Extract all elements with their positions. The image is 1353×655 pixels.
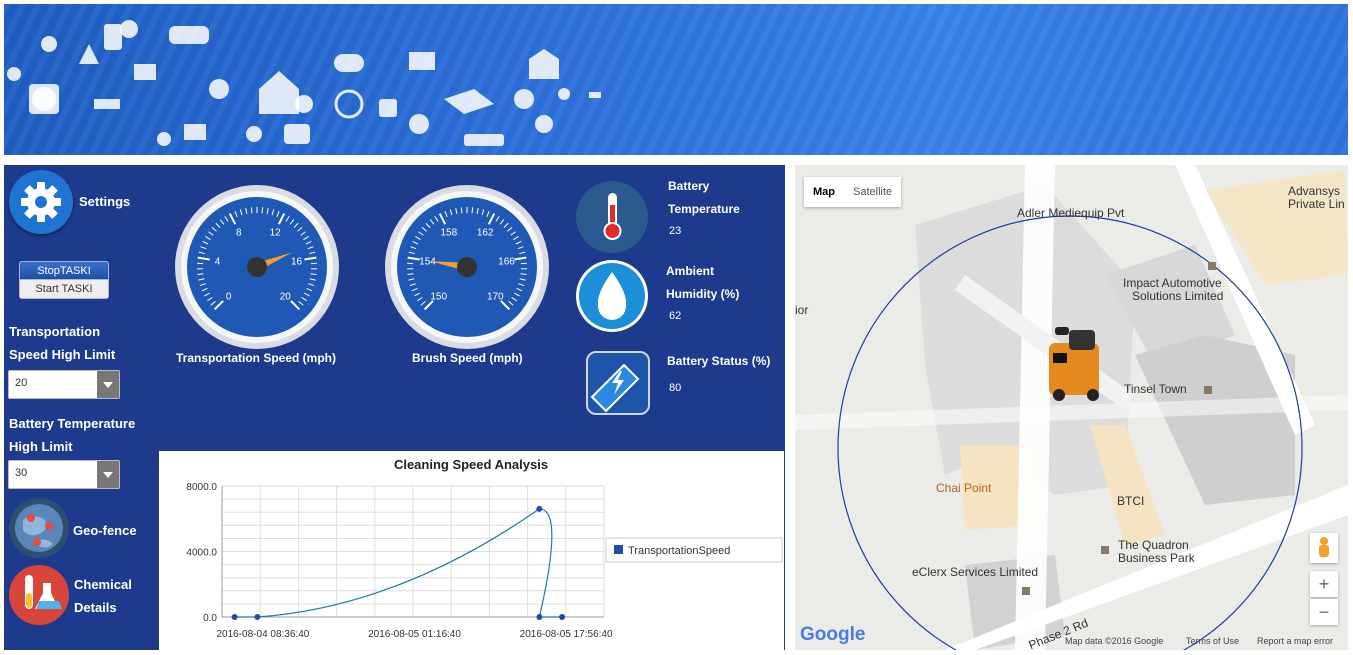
map-place-label[interactable]: Advansys (1288, 184, 1340, 198)
map-place-label[interactable]: Impact Automotive (1123, 276, 1222, 290)
gauge-tick (262, 207, 263, 213)
chart-legend-label: TransportationSpeed (628, 545, 730, 557)
gauge-tick-label: 8 (236, 227, 242, 238)
chart-title: Cleaning Speed Analysis (394, 457, 548, 472)
battery-limit-label-2: High Limit (9, 435, 73, 458)
map-data-credit: Map data ©2016 Google (1065, 636, 1163, 646)
chemical-flask-icon[interactable] (9, 565, 69, 625)
map-canvas[interactable] (795, 165, 1348, 650)
battery-temp-value: 23 (669, 225, 681, 237)
transport-limit-label: Transportation (9, 320, 100, 343)
map-place-label[interactable]: Solutions Limited (1132, 289, 1223, 303)
gauge-tick-label: 158 (440, 227, 457, 238)
chart-svg: Cleaning Speed Analysis 8000.0 4000.0 0.0 2… (159, 451, 784, 650)
gauge-tick (461, 207, 462, 213)
zoom-in-button[interactable]: + (1310, 571, 1338, 597)
report-error-link[interactable]: Report a map error (1257, 636, 1333, 646)
battery-temp-label: Battery (668, 175, 709, 198)
gauge-tick-label: 12 (270, 227, 282, 238)
chemical-label-2[interactable]: Details (74, 596, 117, 619)
google-logo: Google (800, 624, 865, 646)
geofence-globe-icon[interactable] (9, 498, 69, 558)
chevron-down-icon[interactable] (97, 371, 119, 398)
cleaning-speed-chart: Cleaning Speed Analysis 8000.0 4000.0 0.0 2… (159, 451, 784, 650)
gauge-hub (247, 257, 267, 277)
chart-y-tick-label: 4000.0 (186, 548, 217, 559)
chart-y-tick-label: 8000.0 (186, 482, 217, 493)
thermometer-icon (576, 181, 648, 253)
gauge-tick-label: 162 (477, 227, 494, 238)
chart-data-point (536, 614, 542, 620)
humidity-label-2: Humidity (%) (666, 283, 739, 306)
map-type-toggle: Map Satellite (804, 177, 901, 207)
battery-status-label: Battery Status (%) (667, 350, 770, 373)
dashboard-panel: Settings StopTASKI Start TASKI Transport… (4, 165, 785, 650)
chemical-label[interactable]: Chemical (74, 573, 132, 596)
zoom-out-button[interactable]: − (1310, 599, 1338, 625)
header-banner (4, 4, 1348, 155)
transport-limit-label-2: Speed High Limit (9, 343, 115, 366)
chart-x-tick-label: 2016-08-05 17:56:40 (520, 629, 613, 640)
start-task-button[interactable]: Start TASKI (19, 280, 109, 299)
stop-task-button[interactable]: StopTASKI (19, 261, 109, 280)
chart-legend-swatch (614, 545, 623, 554)
gauge-tick-label: 170 (487, 291, 504, 302)
settings-gear-icon[interactable] (9, 170, 73, 234)
chevron-down-icon[interactable] (97, 461, 119, 488)
gauge-tick-label: 4 (215, 257, 221, 268)
gauge-tick-label: 154 (419, 257, 436, 268)
battery-status-value: 80 (669, 382, 681, 394)
gauge-label: Brush Speed (mph) (412, 347, 523, 370)
map-panel[interactable]: Map Satellite Adler Mediequip Pvt Advans… (795, 165, 1348, 650)
chart-data-point (232, 614, 238, 620)
chart-x-tick-label: 2016-08-05 01:16:40 (368, 629, 461, 640)
gauge-tick (251, 207, 252, 213)
map-place-label[interactable]: eClerx Services Limited (912, 565, 1038, 579)
street-view-pegman-icon[interactable] (1310, 533, 1338, 563)
iot-icons-graphic (4, 4, 624, 155)
gauge-hub (457, 257, 477, 277)
task-button-group: StopTASKI Start TASKI (19, 261, 109, 299)
settings-label[interactable]: Settings (79, 190, 130, 213)
humidity-label: Ambient (666, 260, 714, 283)
chart-data-point (254, 614, 260, 620)
gauge-tick (472, 207, 473, 213)
map-place-label[interactable]: The Quadron (1118, 538, 1189, 552)
chart-data-point (536, 506, 542, 512)
battery-limit-select[interactable]: 30 (8, 460, 120, 489)
terms-link[interactable]: Terms of Use (1186, 636, 1239, 646)
tab-satellite[interactable]: Satellite (844, 177, 901, 207)
gauge-tick-label: 20 (280, 291, 292, 302)
gauge-tick-label: 0 (226, 291, 232, 302)
battery-limit-label: Battery Temperature (9, 412, 135, 435)
chart-data-point (559, 614, 565, 620)
gauge-tick-label: 166 (498, 257, 515, 268)
geofence-label[interactable]: Geo-fence (73, 519, 137, 542)
chart-x-tick-label: 2016-08-04 08:36:40 (216, 629, 309, 640)
battery-limit-value: 30 (15, 467, 27, 479)
battery-temp-label-2: Temperature (668, 198, 740, 221)
gauge-label: Transportation Speed (mph) (176, 347, 336, 370)
gauge-tick-label: 150 (430, 291, 447, 302)
map-place-label[interactable]: Chai Point (936, 481, 991, 495)
humidity-value: 62 (669, 310, 681, 322)
transport-limit-select[interactable]: 20 (8, 370, 120, 399)
map-place-label[interactable]: Adler Mediequip Pvt (1017, 206, 1124, 220)
water-drop-icon (576, 260, 648, 332)
map-place-label[interactable]: Business Park (1118, 551, 1195, 565)
transport-limit-value: 20 (15, 377, 27, 389)
brush-speed-gauge: 150 154 158 162 166 170 (382, 182, 552, 352)
tab-map[interactable]: Map (804, 177, 844, 207)
gauge-tick-label: 16 (291, 257, 303, 268)
map-place-label[interactable]: Private Lin (1288, 197, 1345, 211)
map-place-label[interactable]: ior (795, 303, 808, 317)
transportation-speed-gauge: 0 4 8 12 16 20 (172, 182, 342, 352)
battery-charge-icon (586, 351, 650, 415)
chart-y-tick-label: 0.0 (203, 613, 217, 624)
map-place-label[interactable]: BTCI (1117, 494, 1144, 508)
map-place-label[interactable]: Tinsel Town (1124, 382, 1187, 396)
